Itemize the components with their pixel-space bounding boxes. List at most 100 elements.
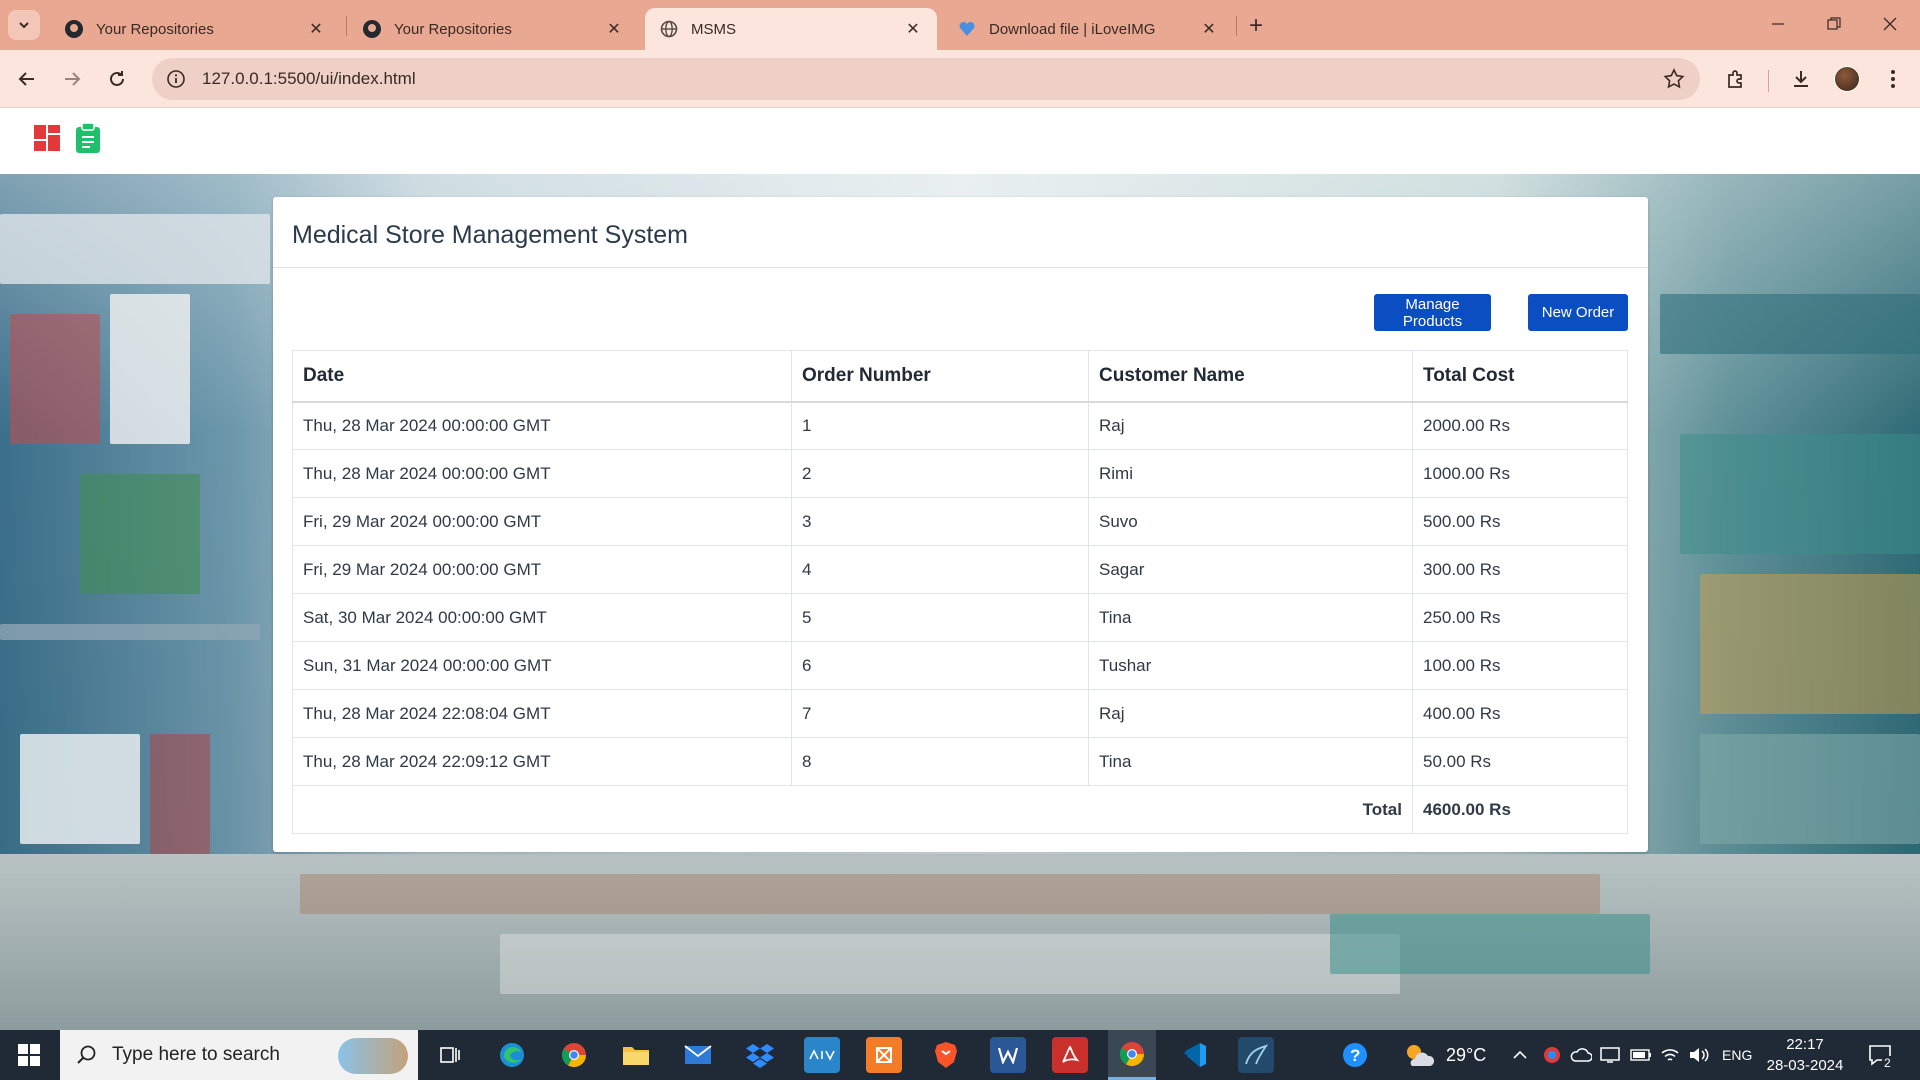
cell-order-number: 4 — [791, 545, 1089, 594]
onedrive-icon[interactable] — [1570, 1030, 1592, 1080]
table-header-row: Date Order Number Customer Name Total Co… — [292, 350, 1628, 403]
battery-icon[interactable] — [1630, 1030, 1652, 1080]
tab-divider — [346, 16, 347, 36]
word-icon[interactable] — [990, 1037, 1026, 1073]
volume-icon[interactable] — [1688, 1030, 1710, 1080]
cell-customer-name: Raj — [1088, 689, 1413, 738]
mysql-workbench-icon[interactable] — [1238, 1037, 1274, 1073]
notification-center-button[interactable]: 2 — [1868, 1030, 1903, 1080]
column-header-customer-name: Customer Name — [1088, 350, 1413, 403]
address-bar[interactable]: 127.0.0.1:5500/ui/index.html — [152, 58, 1700, 100]
display-icon[interactable] — [1600, 1030, 1620, 1080]
cell-total-cost: 300.00 Rs — [1412, 545, 1628, 594]
show-hidden-icons-button[interactable] — [1512, 1030, 1528, 1080]
clock[interactable]: 22:17 28-03-2024 — [1760, 1034, 1850, 1076]
browser-tab[interactable]: Download file | iLoveIMG ✕ — [943, 8, 1233, 50]
new-tab-button[interactable]: + — [1242, 12, 1270, 40]
browser-tab-active[interactable]: MSMS ✕ — [645, 8, 937, 50]
wifi-icon[interactable] — [1660, 1030, 1680, 1080]
tab-title: Your Repositories — [96, 20, 214, 38]
input-language[interactable]: ENG — [1722, 1030, 1752, 1080]
xampp-icon[interactable] — [866, 1037, 902, 1073]
extensions-button[interactable] — [1719, 62, 1753, 96]
column-header-date: Date — [292, 350, 792, 403]
cell-customer-name: Suvo — [1088, 497, 1413, 546]
close-icon[interactable]: ✕ — [903, 19, 923, 39]
close-icon[interactable]: ✕ — [604, 19, 624, 39]
table-row: Fri, 29 Mar 2024 00:00:00 GMT 3 Suvo 500… — [292, 497, 1628, 546]
puzzle-icon — [1728, 70, 1742, 88]
myphp-icon[interactable] — [804, 1037, 840, 1073]
cell-total-cost: 500.00 Rs — [1412, 497, 1628, 546]
kebab-menu-icon — [1891, 70, 1895, 88]
temperature-text: 29°C — [1446, 1044, 1487, 1065]
cell-order-number: 3 — [791, 497, 1089, 546]
clipboard-icon[interactable] — [76, 122, 100, 153]
column-header-order-number: Order Number — [791, 350, 1089, 403]
cell-total-cost: 2000.00 Rs — [1412, 401, 1628, 450]
cell-customer-name: Tushar — [1088, 641, 1413, 690]
cell-customer-name: Raj — [1088, 401, 1413, 450]
browser-menu-button[interactable] — [1876, 62, 1910, 96]
profile-avatar[interactable] — [1834, 66, 1860, 92]
cell-customer-name: Tina — [1088, 593, 1413, 642]
weather-icon — [1407, 1045, 1435, 1066]
cell-order-number: 7 — [791, 689, 1089, 738]
chrome-icon[interactable] — [556, 1037, 592, 1073]
table-row: Thu, 28 Mar 2024 00:00:00 GMT 1 Raj 2000… — [292, 401, 1628, 450]
github-icon — [362, 19, 382, 39]
dashboard-icon[interactable] — [34, 125, 60, 151]
cell-date: Thu, 28 Mar 2024 00:00:00 GMT — [292, 449, 792, 498]
minimize-button[interactable] — [1758, 8, 1798, 40]
mail-icon[interactable] — [680, 1037, 716, 1073]
minimize-icon — [1772, 23, 1784, 25]
reload-button[interactable] — [100, 62, 134, 96]
close-window-button[interactable] — [1870, 8, 1910, 40]
table-row: Thu, 28 Mar 2024 00:00:00 GMT 2 Rimi 100… — [292, 449, 1628, 498]
browser-tab-strip: Your Repositories ✕ Your Repositories ✕ … — [0, 0, 1920, 50]
site-info-icon[interactable] — [158, 61, 194, 97]
dropbox-icon[interactable] — [742, 1037, 778, 1073]
total-value: 4600.00 Rs — [1412, 785, 1628, 834]
vscode-icon[interactable] — [1176, 1037, 1212, 1073]
close-icon[interactable]: ✕ — [306, 19, 326, 39]
new-order-button[interactable]: New Order — [1528, 294, 1628, 331]
arrow-right-icon — [65, 72, 81, 86]
cell-total-cost: 400.00 Rs — [1412, 689, 1628, 738]
close-icon[interactable]: ✕ — [1199, 19, 1219, 39]
search-placeholder: Type here to search — [112, 1044, 280, 1065]
weather-widget[interactable]: 29°C — [1402, 1030, 1486, 1080]
cell-date: Thu, 28 Mar 2024 22:09:12 GMT — [292, 737, 792, 786]
edge-icon[interactable] — [494, 1037, 530, 1073]
orders-card: Medical Store Management System Manage P… — [273, 197, 1648, 852]
tray-app-icon[interactable] — [1542, 1030, 1562, 1080]
chrome-active-icon[interactable] — [1108, 1030, 1156, 1080]
tab-search-button[interactable] — [8, 10, 40, 40]
bookmark-star-icon[interactable] — [1662, 67, 1686, 91]
brave-icon[interactable] — [928, 1037, 964, 1073]
tab-divider — [1236, 16, 1237, 36]
cell-total-cost: 50.00 Rs — [1412, 737, 1628, 786]
cell-customer-name: Sagar — [1088, 545, 1413, 594]
iloveimg-icon — [957, 19, 977, 39]
acrobat-icon[interactable] — [1052, 1037, 1088, 1073]
search-icon — [77, 1045, 96, 1064]
browser-tab[interactable]: Your Repositories ✕ — [348, 8, 638, 50]
table-row: Sun, 31 Mar 2024 00:00:00 GMT 6 Tushar 1… — [292, 641, 1628, 690]
cell-order-number: 5 — [791, 593, 1089, 642]
start-button[interactable] — [0, 1030, 58, 1080]
file-explorer-icon[interactable] — [618, 1037, 654, 1073]
browser-tab[interactable]: Your Repositories ✕ — [50, 8, 340, 50]
task-view-icon[interactable] — [432, 1037, 468, 1073]
clock-date: 28-03-2024 — [1766, 1057, 1844, 1074]
help-icon[interactable]: ? — [1340, 1030, 1370, 1080]
restore-button[interactable] — [1814, 8, 1854, 40]
taskbar-search-box[interactable]: Type here to search — [60, 1030, 418, 1080]
forward-button[interactable] — [55, 62, 89, 96]
table-row: Sat, 30 Mar 2024 00:00:00 GMT 5 Tina 250… — [292, 593, 1628, 642]
globe-icon — [659, 19, 679, 39]
back-button[interactable] — [10, 62, 44, 96]
downloads-button[interactable] — [1784, 62, 1818, 96]
cell-total-cost: 1000.00 Rs — [1412, 449, 1628, 498]
manage-products-button[interactable]: Manage Products — [1374, 294, 1491, 331]
